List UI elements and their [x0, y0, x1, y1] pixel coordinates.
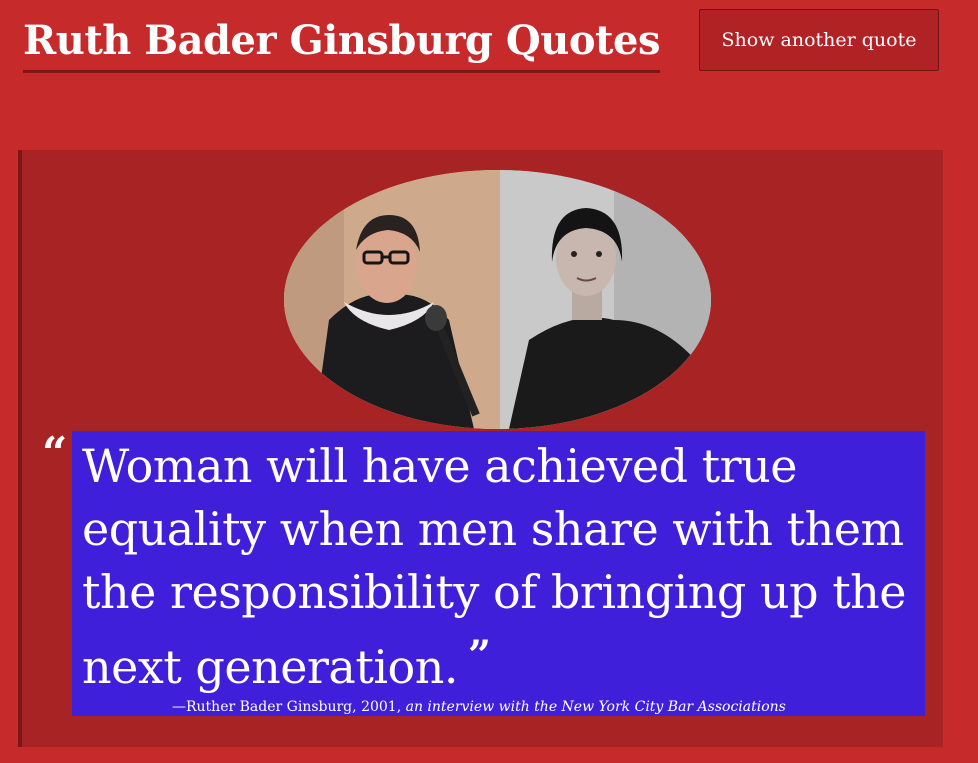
quote-card: “ Woman will have achieved true equality… [18, 150, 943, 747]
page: Ruth Bader Ginsburg Quotes Show another … [0, 0, 978, 763]
quote-text: Woman will have achieved true equality w… [82, 439, 907, 694]
ginsburg-photo-illustration [284, 170, 711, 429]
quote-attribution: —Ruther Bader Ginsburg, 2001, an intervi… [172, 699, 786, 715]
quote-year: 2001 [361, 699, 397, 715]
ginsburg-photo [284, 170, 711, 429]
open-quote-mark: “ [42, 428, 68, 479]
quote-source: an interview with the New York City Bar … [405, 699, 786, 715]
quote-box: Woman will have achieved true equality w… [72, 431, 925, 716]
quote-author: —Ruther Bader Ginsburg [172, 699, 353, 715]
show-another-quote-button[interactable]: Show another quote [699, 9, 939, 71]
quote-body: Woman will have achieved true equality w… [82, 435, 915, 699]
close-quote-mark: ” [467, 632, 491, 679]
page-title: Ruth Bader Ginsburg Quotes [23, 14, 660, 73]
